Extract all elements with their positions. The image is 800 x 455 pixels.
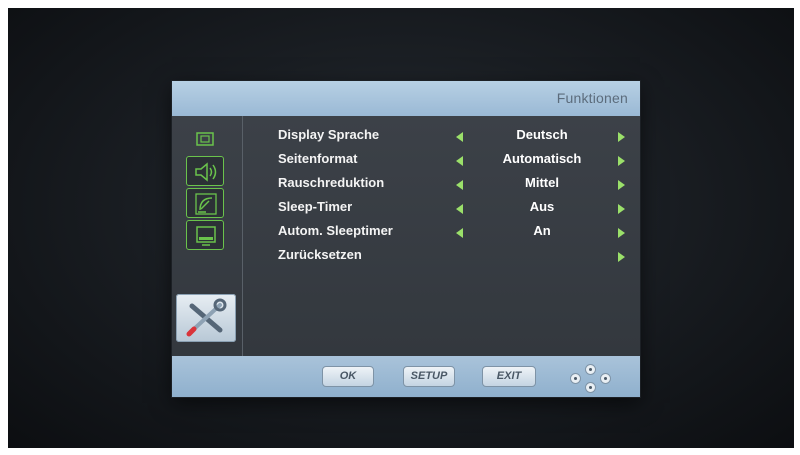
menu-row-autom-sleeptimer[interactable]: Autom. Sleeptimer An [242,220,640,244]
menu-row-value: Automatisch [502,151,582,166]
tools-icon[interactable] [176,294,236,342]
panel-header: Funktionen [172,81,640,116]
panel-footer: OK SETUP EXIT [172,356,640,397]
arrow-right-icon[interactable] [618,204,625,214]
monitor-icon[interactable] [186,220,224,250]
panel-body: Display Sprache Deutsch Seitenformat Aut… [172,116,640,356]
menu-row-value: Deutsch [516,127,568,142]
menu-row-label: Display Sprache [278,127,380,142]
menu-row-zuruecksetzen[interactable]: Zurücksetzen [242,244,640,268]
panel-title: Funktionen [556,90,628,106]
ok-button[interactable]: OK [322,366,374,387]
menu-row-seitenformat[interactable]: Seitenformat Automatisch [242,148,640,172]
menu-row-display-sprache[interactable]: Display Sprache Deutsch [242,124,640,148]
speaker-icon[interactable] [186,156,224,186]
arrow-right-icon[interactable] [618,132,625,142]
satellite-icon[interactable] [186,188,224,218]
arrow-left-icon[interactable] [456,156,463,166]
arrow-right-icon[interactable] [618,228,625,238]
menu-row-label: Sleep-Timer [278,199,353,214]
arrow-left-icon[interactable] [456,204,463,214]
tv-screen: Funktionen Display Sprache Deutsch Seite… [8,8,794,448]
menu-row-rauschreduktion[interactable]: Rauschreduktion Mittel [242,172,640,196]
menu-row-value: An [533,223,551,238]
arrow-left-icon[interactable] [456,132,463,142]
dpad-right-icon [600,373,611,384]
menu-row-sleep-timer[interactable]: Sleep-Timer Aus [242,196,640,220]
dpad-left-icon [570,373,581,384]
arrow-right-icon[interactable] [618,252,625,262]
menu-row-value: Aus [529,199,555,214]
menu-row-value: Mittel [525,175,559,190]
arrow-right-icon[interactable] [618,180,625,190]
menu-row-label: Seitenformat [278,151,358,166]
dpad-up-icon [585,364,596,375]
osd-menu-panel: Funktionen Display Sprache Deutsch Seite… [172,81,640,397]
menu-row-label: Zurücksetzen [278,247,362,262]
picture-icon[interactable] [186,124,224,154]
arrow-left-icon[interactable] [456,228,463,238]
arrow-right-icon[interactable] [618,156,625,166]
menu-row-label: Rauschreduktion [278,175,385,190]
setup-button[interactable]: SETUP [403,366,455,387]
dpad-down-icon [585,382,596,393]
sidebar [172,116,243,356]
exit-button[interactable]: EXIT [482,366,536,387]
arrow-left-icon[interactable] [456,180,463,190]
menu-row-label: Autom. Sleeptimer [278,223,393,238]
dpad-navigation-icon [561,364,621,393]
